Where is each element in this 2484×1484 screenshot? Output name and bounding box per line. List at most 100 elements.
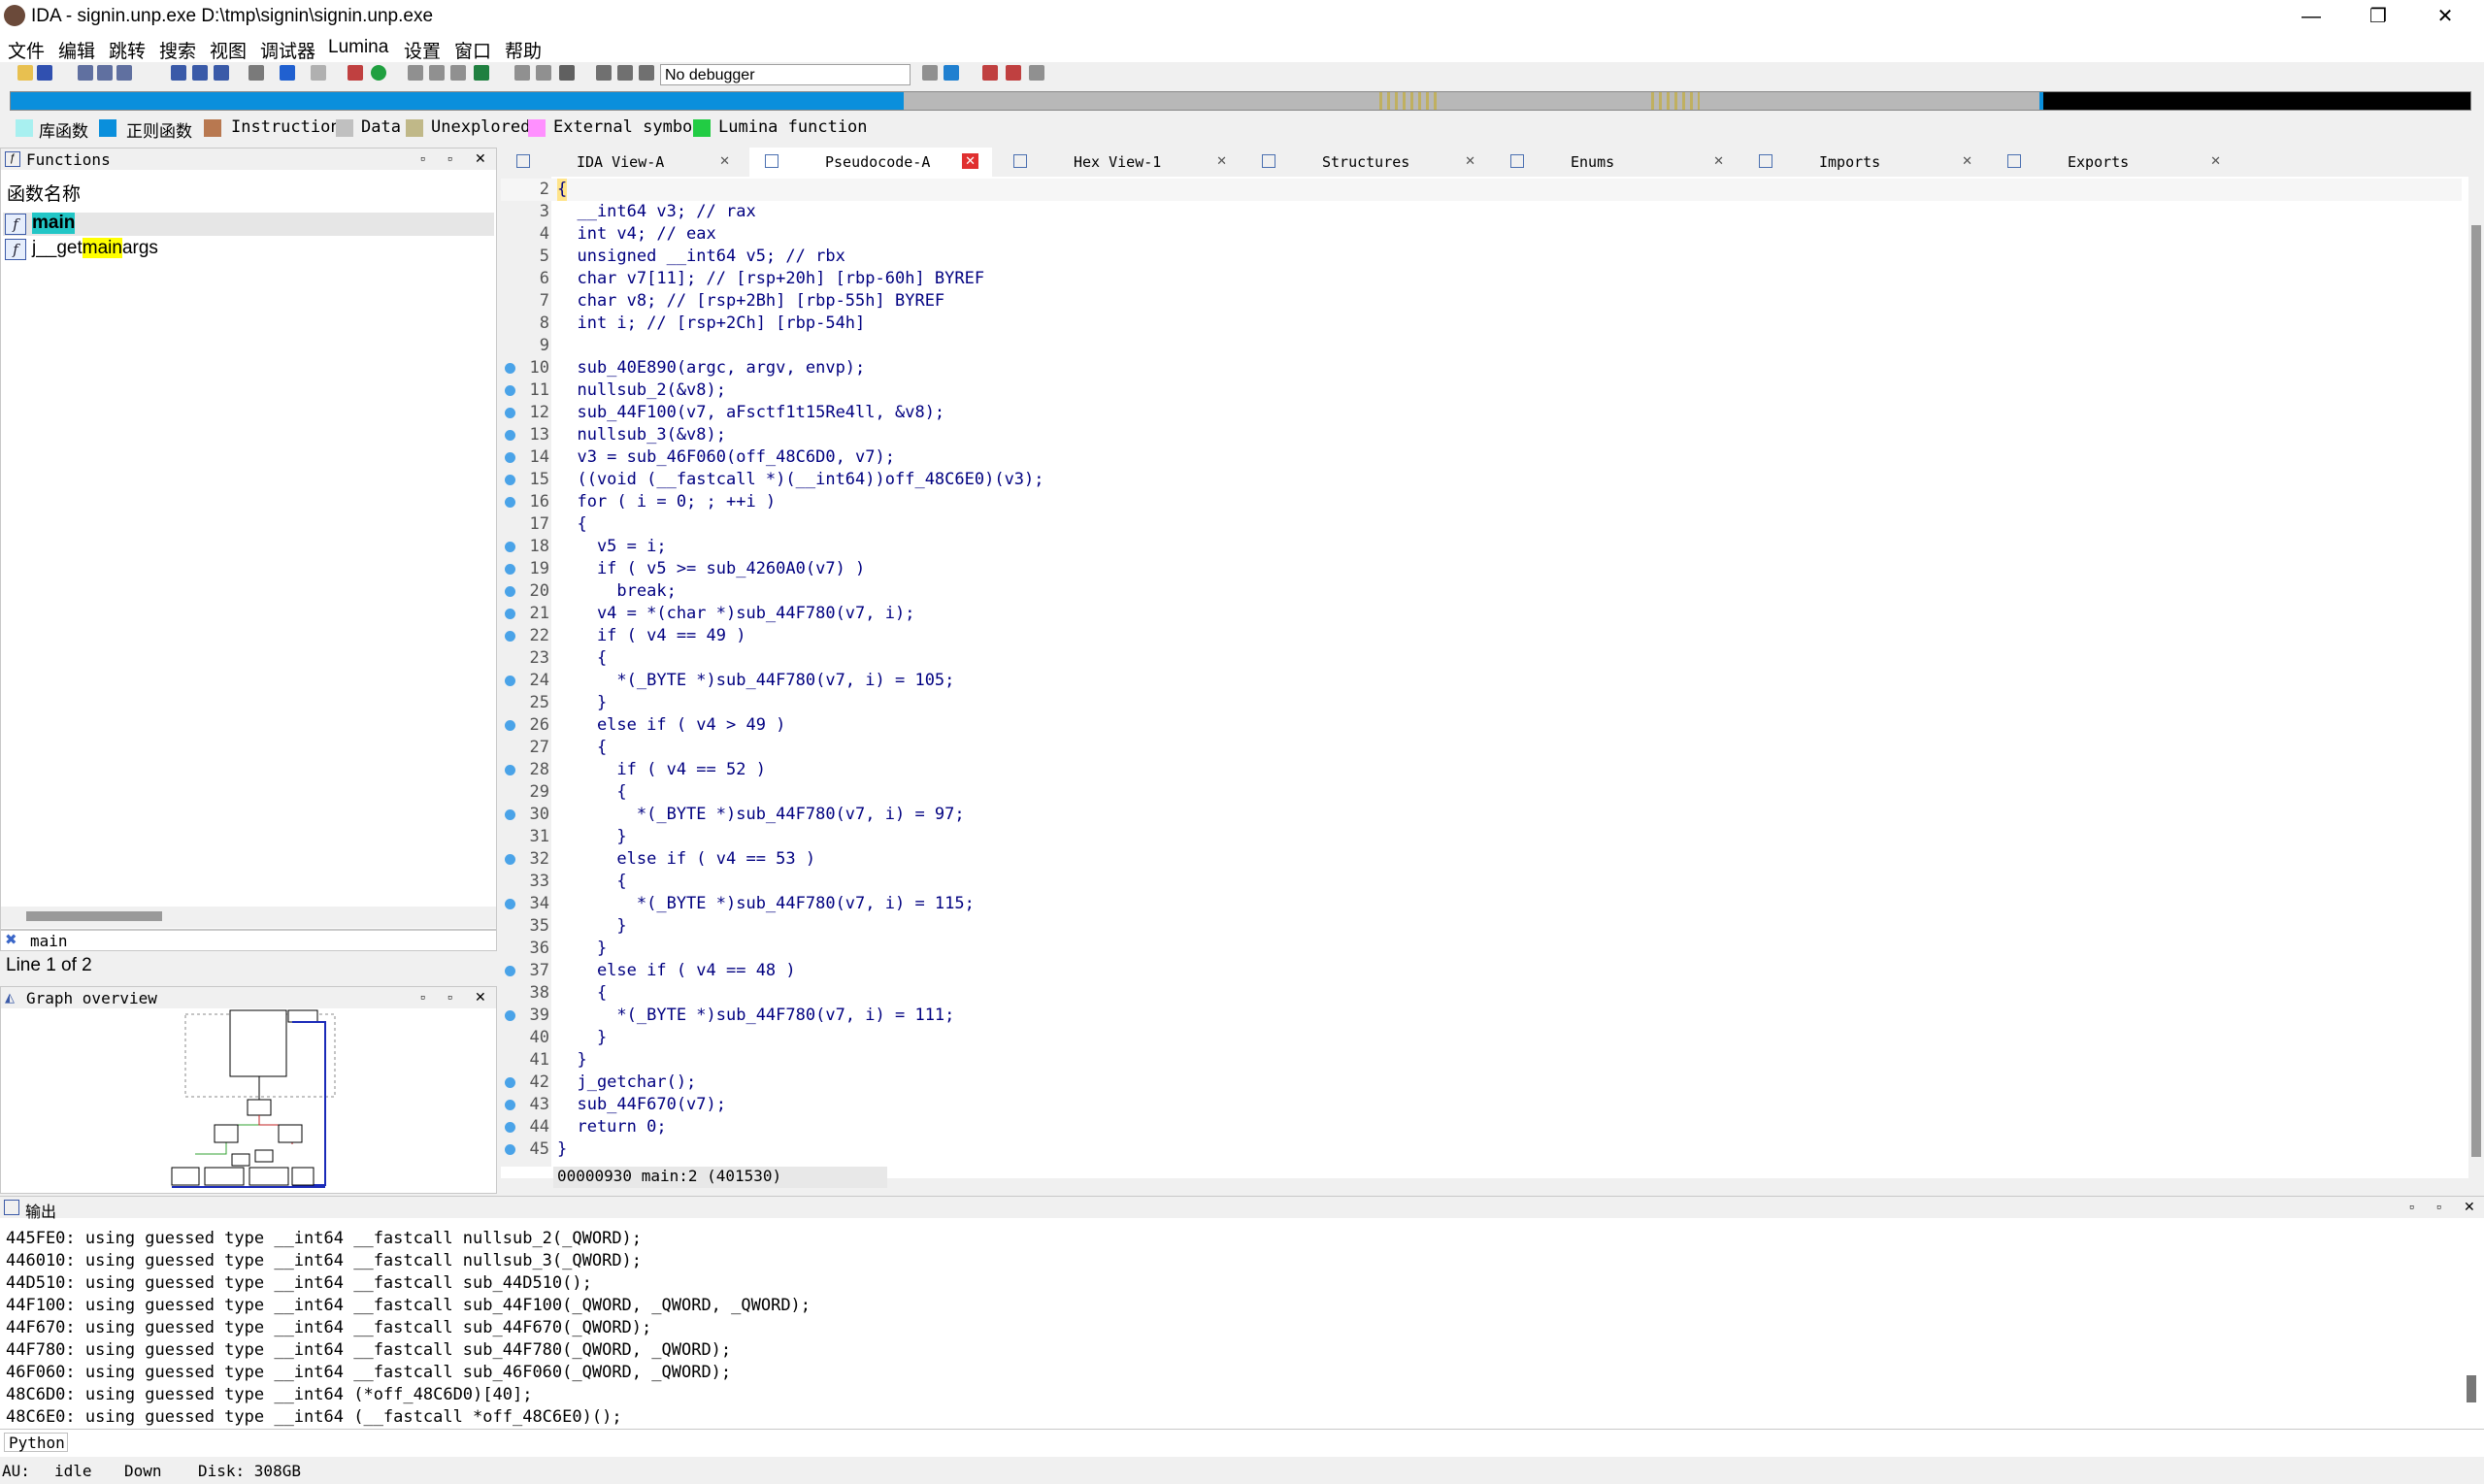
refresh-icon[interactable] — [944, 65, 959, 81]
code-text[interactable]: if ( v4 == 52 ) — [557, 759, 766, 781]
tab-close-icon[interactable]: ✕ — [2210, 153, 2221, 169]
menu-help[interactable]: 帮助 — [505, 37, 542, 63]
function-filter[interactable]: ✖ main — [0, 930, 497, 951]
tab-enums[interactable]: Enums ✕ — [1495, 148, 1738, 177]
panel-restore-icon[interactable]: ▫ — [447, 989, 452, 1005]
patch-icon[interactable] — [450, 65, 466, 81]
code-text[interactable]: if ( v4 == 49 ) — [557, 625, 746, 647]
menu-file[interactable]: 文件 — [8, 37, 45, 63]
breakpoint-icon[interactable] — [982, 65, 998, 81]
code-line[interactable]: 39 *(_BYTE *)sub_44F780(v7, i) = 111; — [501, 1005, 2462, 1027]
panel-float-icon[interactable]: ▫ — [420, 989, 425, 1005]
code-text[interactable]: int v4; // eax — [557, 223, 715, 246]
code-text[interactable]: nullsub_3(&v8); — [557, 424, 726, 446]
code-line[interactable]: 27 { — [501, 737, 2462, 759]
code-text[interactable]: else if ( v4 == 48 ) — [557, 960, 796, 982]
enum-icon[interactable] — [429, 65, 445, 81]
debugger-select[interactable]: No debugger — [660, 64, 911, 85]
code-text[interactable]: v4 = *(char *)sub_44F780(v7, i); — [557, 603, 915, 625]
code-line[interactable]: 15 ((void (__fastcall *)(__int64))off_48… — [501, 469, 2462, 491]
code-text[interactable]: nullsub_2(&v8); — [557, 379, 726, 402]
code-text[interactable]: sub_44F670(v7); — [557, 1094, 726, 1116]
python-command-input[interactable] — [74, 1432, 2477, 1453]
filter-clear-icon[interactable]: ✖ — [5, 931, 17, 948]
code-line[interactable]: 17 { — [501, 513, 2462, 536]
code-line[interactable]: 9 — [501, 335, 2462, 357]
panel-close-icon[interactable]: ✕ — [475, 989, 486, 1006]
pseudocode-vscroll[interactable] — [2468, 177, 2484, 1178]
code-line[interactable]: 24 *(_BYTE *)sub_44F780(v7, i) = 105; — [501, 670, 2462, 692]
code-line[interactable]: 7 char v8; // [rsp+2Bh] [rbp-55h] BYREF — [501, 290, 2462, 313]
menu-windows[interactable]: 窗口 — [454, 37, 491, 63]
cross-ref-icon[interactable] — [536, 65, 551, 81]
code-line[interactable]: 45} — [501, 1138, 2462, 1161]
tool-icon[interactable] — [311, 65, 326, 81]
open-icon[interactable] — [17, 65, 33, 81]
hscroll-thumb[interactable] — [26, 911, 162, 921]
code-text[interactable]: ((void (__fastcall *)(__int64))off_48C6E… — [557, 469, 1043, 491]
tab-ida-view-a[interactable]: IDA View-A ✕ — [501, 148, 744, 177]
code-line[interactable]: 43 sub_44F670(v7); — [501, 1094, 2462, 1116]
code-line[interactable]: 42 j_getchar(); — [501, 1072, 2462, 1094]
functions-hscroll[interactable] — [1, 907, 496, 928]
code-text[interactable]: return 0; — [557, 1116, 666, 1138]
code-line[interactable]: 13 nullsub_3(&v8); — [501, 424, 2462, 446]
code-line[interactable]: 19 if ( v5 >= sub_4260A0(v7) ) — [501, 558, 2462, 580]
down-arrow-icon[interactable] — [280, 65, 295, 81]
functions-column-header[interactable]: 函数名称 — [7, 180, 81, 206]
tab-close-icon[interactable]: ✕ — [962, 153, 978, 169]
code-line[interactable]: 20 break; — [501, 580, 2462, 603]
list-icon[interactable] — [248, 65, 264, 81]
panel-close-icon[interactable]: ✕ — [475, 150, 486, 167]
code-text[interactable]: v3 = sub_46F060(off_48C6D0, v7); — [557, 446, 895, 469]
graph-icon[interactable] — [348, 65, 363, 81]
function-row-getmainargs[interactable]: f j__getmainargs — [3, 238, 494, 261]
tab-close-icon[interactable]: ✕ — [1713, 153, 1724, 169]
save-icon[interactable] — [37, 65, 52, 81]
menu-lumina[interactable]: Lumina — [328, 37, 388, 58]
tab-structures[interactable]: Structures ✕ — [1246, 148, 1489, 177]
minimize-button[interactable]: — — [2284, 0, 2338, 33]
code-line[interactable]: 10 sub_40E890(argc, argv, envp); — [501, 357, 2462, 379]
back-icon[interactable] — [78, 65, 93, 81]
close-x-icon[interactable] — [559, 65, 575, 81]
code-line[interactable]: 30 *(_BYTE *)sub_44F780(v7, i) = 97; — [501, 804, 2462, 826]
code-line[interactable]: 3 __int64 v3; // rax — [501, 201, 2462, 223]
run-icon[interactable] — [371, 65, 386, 81]
search-text-icon[interactable] — [171, 65, 186, 81]
code-line[interactable]: 16 for ( i = 0; ; ++i ) — [501, 491, 2462, 513]
panel-float-icon[interactable]: ▫ — [420, 150, 425, 166]
code-line[interactable]: 18 v5 = i; — [501, 536, 2462, 558]
panel-restore-icon[interactable]: ▫ — [2436, 1199, 2441, 1214]
code-text[interactable]: } — [557, 1027, 607, 1049]
code-text[interactable]: sub_40E890(argc, argv, envp); — [557, 357, 865, 379]
code-line[interactable]: 41 } — [501, 1049, 2462, 1072]
code-line[interactable]: 8 int i; // [rsp+2Ch] [rbp-54h] — [501, 313, 2462, 335]
tab-pseudocode-a[interactable]: Pseudocode-A ✕ — [749, 148, 992, 177]
menu-options[interactable]: 设置 — [404, 37, 441, 63]
code-line[interactable]: 28 if ( v4 == 52 ) — [501, 759, 2462, 781]
debug-attach-icon[interactable] — [922, 65, 938, 81]
code-line[interactable]: 37 else if ( v4 == 48 ) — [501, 960, 2462, 982]
output-scroll-thumb[interactable] — [2467, 1375, 2476, 1402]
navigation-band[interactable] — [10, 91, 2471, 111]
code-text[interactable]: { — [557, 179, 568, 201]
tab-exports[interactable]: Exports ✕ — [1992, 148, 2235, 177]
code-line[interactable]: 4 int v4; // eax — [501, 223, 2462, 246]
python-language-button[interactable]: Python — [4, 1433, 68, 1452]
search-binary-icon[interactable] — [192, 65, 208, 81]
code-line[interactable]: 6 char v7[11]; // [rsp+20h] [rbp-60h] BY… — [501, 268, 2462, 290]
code-text[interactable]: *(_BYTE *)sub_44F780(v7, i) = 111; — [557, 1005, 954, 1027]
code-line[interactable]: 44 return 0; — [501, 1116, 2462, 1138]
vscroll-thumb[interactable] — [2471, 225, 2481, 1157]
code-text[interactable]: { — [557, 647, 607, 670]
tab-close-icon[interactable]: ✕ — [1962, 153, 1972, 169]
panel-close-icon[interactable]: ✕ — [2464, 1199, 2475, 1215]
tab-close-icon[interactable]: ✕ — [719, 153, 730, 169]
tab-close-icon[interactable]: ✕ — [1465, 153, 1475, 169]
forward-icon[interactable] — [97, 65, 113, 81]
filter-text[interactable]: main — [30, 932, 68, 950]
code-line[interactable]: 2{ — [501, 179, 2462, 201]
code-line[interactable]: 38 { — [501, 982, 2462, 1005]
code-text[interactable]: *(_BYTE *)sub_44F780(v7, i) = 97; — [557, 804, 965, 826]
